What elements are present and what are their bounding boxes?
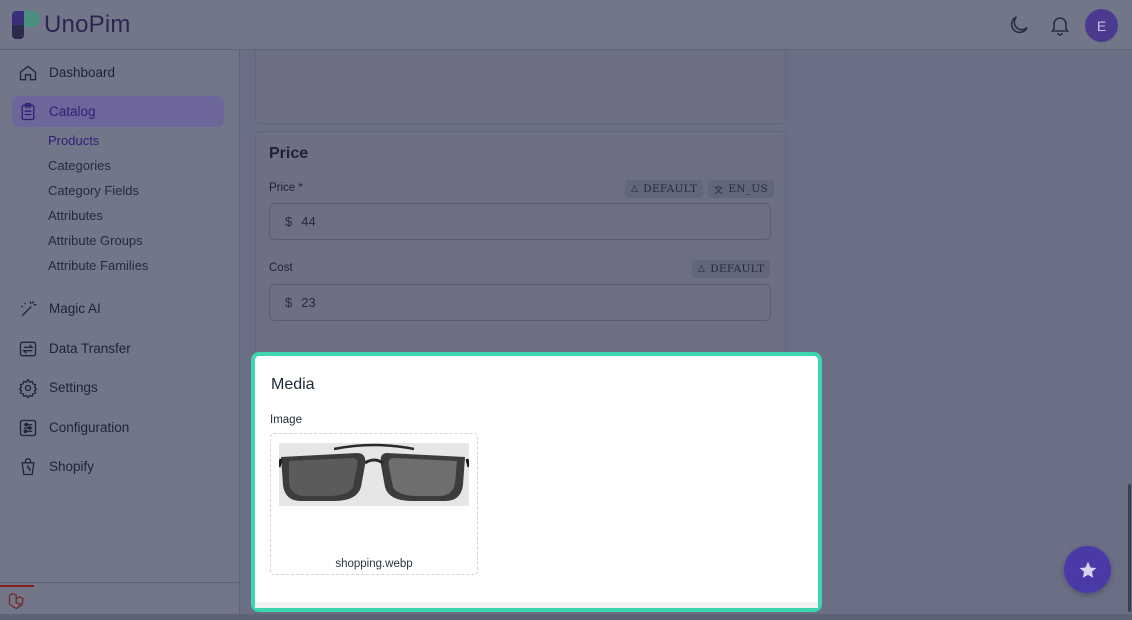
sidebar-item-label: Data Transfer (49, 341, 131, 356)
cost-input[interactable]: $ 23 (269, 284, 771, 321)
media-section-title: Media (271, 376, 315, 393)
image-upload-tile[interactable]: shopping.webp (270, 433, 478, 575)
sliders-icon (19, 419, 37, 436)
sidebar-item-label: Dashboard (49, 65, 116, 80)
logo-mark (12, 11, 40, 39)
image-field-label: Image (270, 414, 302, 426)
channel-icon: △ (631, 184, 639, 194)
sidebar-item-catalog[interactable]: Catalog (12, 96, 224, 127)
currency-symbol: $ (285, 295, 293, 310)
sidebar-subitem-attributes[interactable]: Attributes (48, 208, 103, 223)
currency-symbol: $ (285, 214, 293, 229)
bottom-edge (0, 614, 1132, 620)
logo[interactable]: UnoPim (12, 11, 131, 39)
cost-label: Cost (269, 262, 293, 274)
user-avatar[interactable]: E (1085, 9, 1118, 42)
user-initial: E (1096, 17, 1107, 34)
cost-value: 23 (301, 295, 316, 310)
sidebar-subitem-attribute-families[interactable]: Attribute Families (48, 258, 148, 273)
scrollbar-thumb[interactable] (1128, 484, 1131, 612)
sidebar-subitem-category-fields[interactable]: Category Fields (48, 183, 139, 198)
sidebar-item-settings[interactable]: Settings (12, 372, 224, 403)
price-value: 44 (301, 214, 316, 229)
sidebar-subitem-attribute-groups[interactable]: Attribute Groups (48, 233, 143, 248)
shopify-bag-icon (21, 457, 35, 475)
sidebar-subitem-products[interactable]: Products (48, 133, 99, 148)
app-name: UnoPim (44, 11, 131, 38)
star-icon (1079, 561, 1096, 578)
product-image[interactable] (277, 443, 471, 506)
sidebar-item-label: Magic AI (49, 301, 101, 316)
price-label: Price * (269, 182, 303, 194)
clipboard-icon (21, 102, 35, 120)
image-file-name: shopping.webp (335, 558, 413, 570)
bell-icon[interactable] (1048, 13, 1072, 37)
price-section-title: Price (269, 145, 309, 162)
transfer-icon (19, 341, 37, 356)
description-card (255, 50, 786, 124)
sidebar-item-label: Settings (49, 380, 98, 395)
sidebar-subitem-categories[interactable]: Categories (48, 158, 111, 173)
locale-chip: 文 EN_US (708, 180, 774, 198)
moon-icon[interactable] (1007, 13, 1031, 37)
magic-ai-fab[interactable] (1064, 546, 1111, 593)
channel-icon: △ (698, 264, 706, 274)
translate-icon: 文 (714, 185, 724, 196)
price-input[interactable]: $ 44 (269, 203, 771, 240)
top-bar: UnoPim E (0, 0, 1132, 50)
sidebar-item-shopify[interactable]: Shopify (12, 451, 224, 482)
gear-icon (18, 377, 38, 398)
sidebar-item-label: Configuration (49, 420, 130, 435)
sidebar-item-magic-ai[interactable]: Magic AI (12, 293, 224, 324)
magic-wand-icon (21, 300, 37, 316)
channel-chip: △ DEFAULT (625, 180, 704, 198)
home-icon (19, 64, 37, 80)
sidebar-item-configuration[interactable]: Configuration (12, 412, 224, 443)
sidebar-item-dashboard[interactable]: Dashboard (12, 57, 224, 88)
price-card (255, 131, 786, 356)
card-bottom-edge (255, 602, 818, 608)
sunglasses-image (277, 443, 471, 506)
channel-chip: △ DEFAULT (692, 260, 771, 278)
sidebar-item-label: Catalog (49, 104, 96, 119)
media-card: Media Image shopping.webp (251, 352, 822, 612)
sidebar-item-data-transfer[interactable]: Data Transfer (12, 333, 224, 364)
laravel-icon (8, 592, 24, 610)
sidebar-item-label: Shopify (49, 459, 95, 474)
laravel-logo[interactable] (0, 585, 34, 615)
sidebar: Dashboard Catalog Products Categories Ca… (0, 50, 240, 620)
